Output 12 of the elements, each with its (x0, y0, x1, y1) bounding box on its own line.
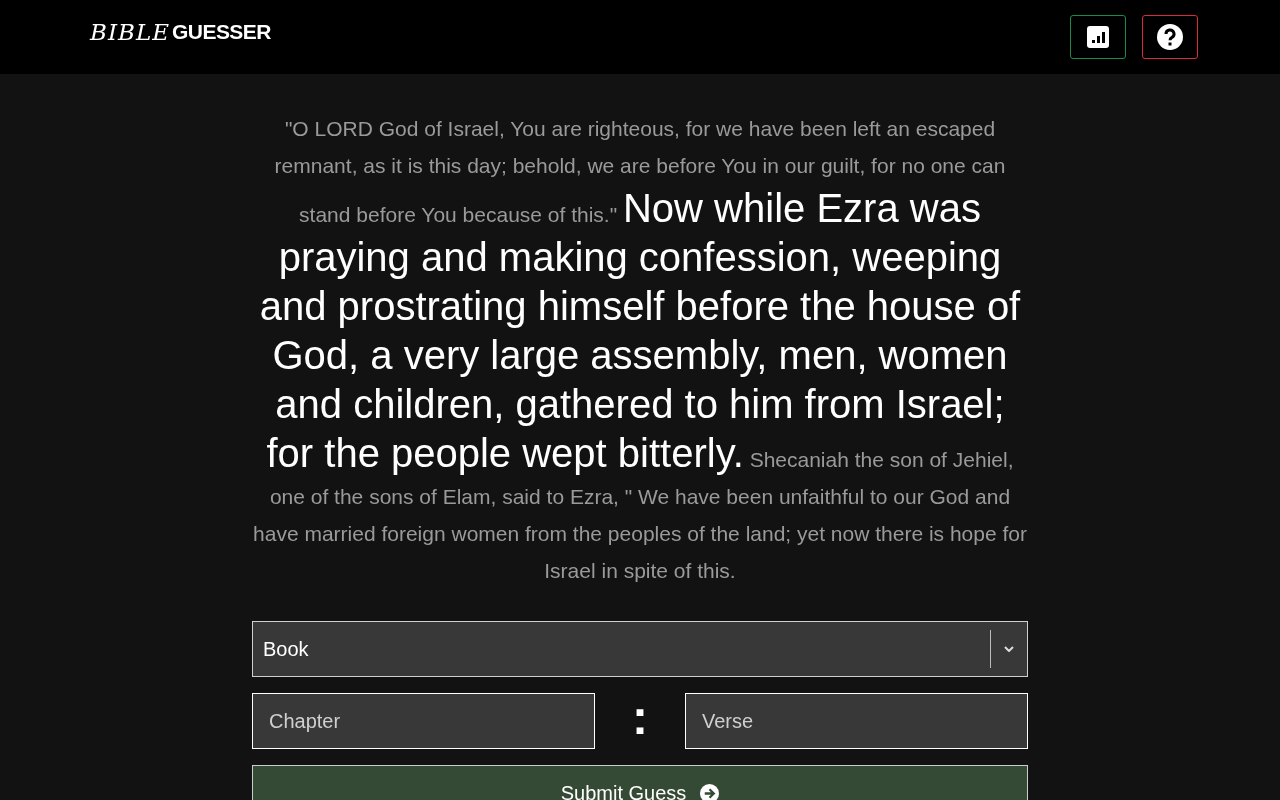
chapter-field[interactable]: Chapter (252, 693, 595, 749)
bar-chart-icon (1087, 26, 1109, 48)
help-button[interactable] (1142, 15, 1198, 59)
stats-button[interactable] (1070, 15, 1126, 59)
book-select[interactable]: Book (252, 621, 1028, 677)
passage-text: "O LORD God of Israel, You are righteous, for we have been left an escaped remnant, as it is this day; behold, we are before You in our guilt, for no one can stand before You because of this."Now while Ezra was praying and making confession, weeping and prostrating himself before the house of God, a very large assembly, men, women and children, gathered to him from Israel; for the people wept bitterly.Shecaniah the son of Jehiel, one of the sons of Elam, said to Ezra, " We have been unfaithful to our God and have married foreign women from the peoples of the land; yet now there is hope for Israel in spite of this. (252, 116, 1028, 584)
logo[interactable]: BIBLEGUESSER (90, 14, 271, 50)
verse-field[interactable]: Verse (685, 693, 1028, 749)
submit-button[interactable]: Submit Guess (252, 765, 1028, 800)
help-icon (1157, 24, 1183, 50)
chevron-down-icon (1004, 646, 1014, 652)
separator-text: : (632, 694, 648, 742)
